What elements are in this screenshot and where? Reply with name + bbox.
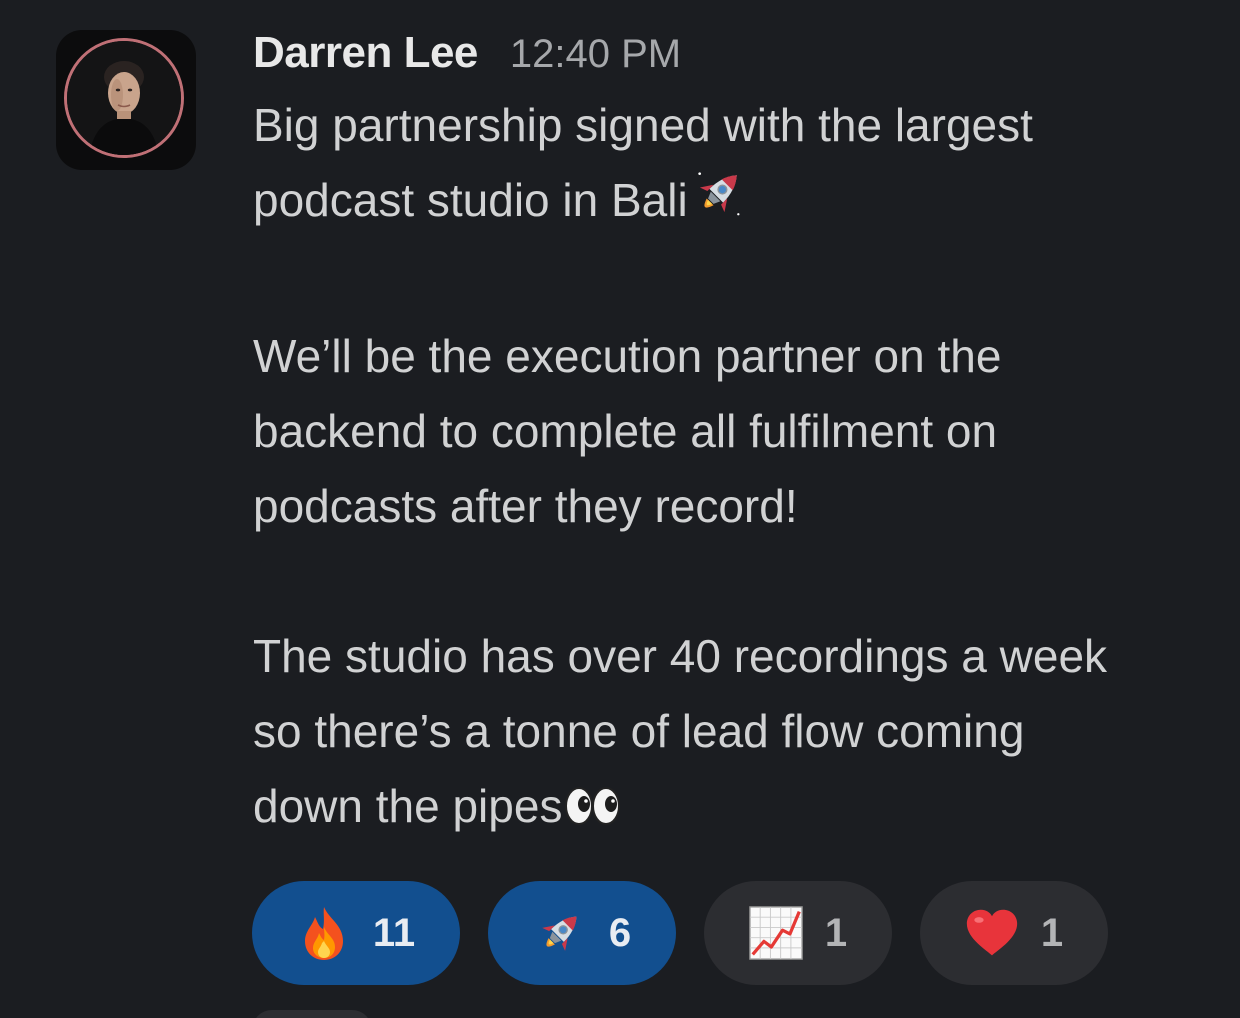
reactions-bar: 11 6 1 1 <box>252 881 1108 985</box>
text-line: The studio has over 40 recordings a week <box>253 630 1108 682</box>
message-header: Darren Lee 12:40 PM <box>253 28 1213 84</box>
avatar[interactable] <box>56 30 196 170</box>
message-text: Big partnership signed with the largest … <box>253 88 1213 850</box>
rocket-icon <box>533 906 587 960</box>
timestamp[interactable]: 12:40 PM <box>510 32 681 77</box>
paragraph-2: We’ll be the execution partner on the ba… <box>253 319 1213 544</box>
eyes-icon <box>564 775 622 850</box>
message-body: Darren Lee 12:40 PM Big partnership sign… <box>253 28 1213 850</box>
avatar-photo <box>64 38 184 158</box>
reaction-count: 11 <box>372 910 416 955</box>
rocket-icon <box>690 164 748 244</box>
reaction-chart-increasing[interactable]: 1 <box>704 881 892 985</box>
fire-icon <box>297 906 351 960</box>
reaction-fire[interactable]: 11 <box>252 881 460 985</box>
text-line: down the pipes <box>253 780 563 832</box>
chart-increasing-icon <box>749 906 803 960</box>
text-line: Big partnership signed with the largest <box>253 99 1033 151</box>
paragraph-3: The studio has over 40 recordings a week… <box>253 619 1213 850</box>
text-line: so there’s a tonne of lead flow coming <box>253 705 1025 757</box>
text-line: We’ll be the execution partner on the <box>253 330 1002 382</box>
text-line: backend to complete all fulfilment on <box>253 405 998 457</box>
reaction-count: 1 <box>1040 910 1064 955</box>
text-line: podcast studio in Bali <box>253 174 688 226</box>
add-reaction-button[interactable] <box>252 1010 372 1018</box>
reaction-count: 6 <box>608 910 632 955</box>
reaction-count: 1 <box>824 910 848 955</box>
red-heart-icon <box>965 906 1019 960</box>
reaction-rocket[interactable]: 6 <box>488 881 676 985</box>
text-line: podcasts after they record! <box>253 480 798 532</box>
reaction-red-heart[interactable]: 1 <box>920 881 1108 985</box>
author-name[interactable]: Darren Lee <box>253 28 478 78</box>
paragraph-1: Big partnership signed with the largest … <box>253 88 1213 244</box>
message: Darren Lee 12:40 PM Big partnership sign… <box>0 0 1240 1018</box>
